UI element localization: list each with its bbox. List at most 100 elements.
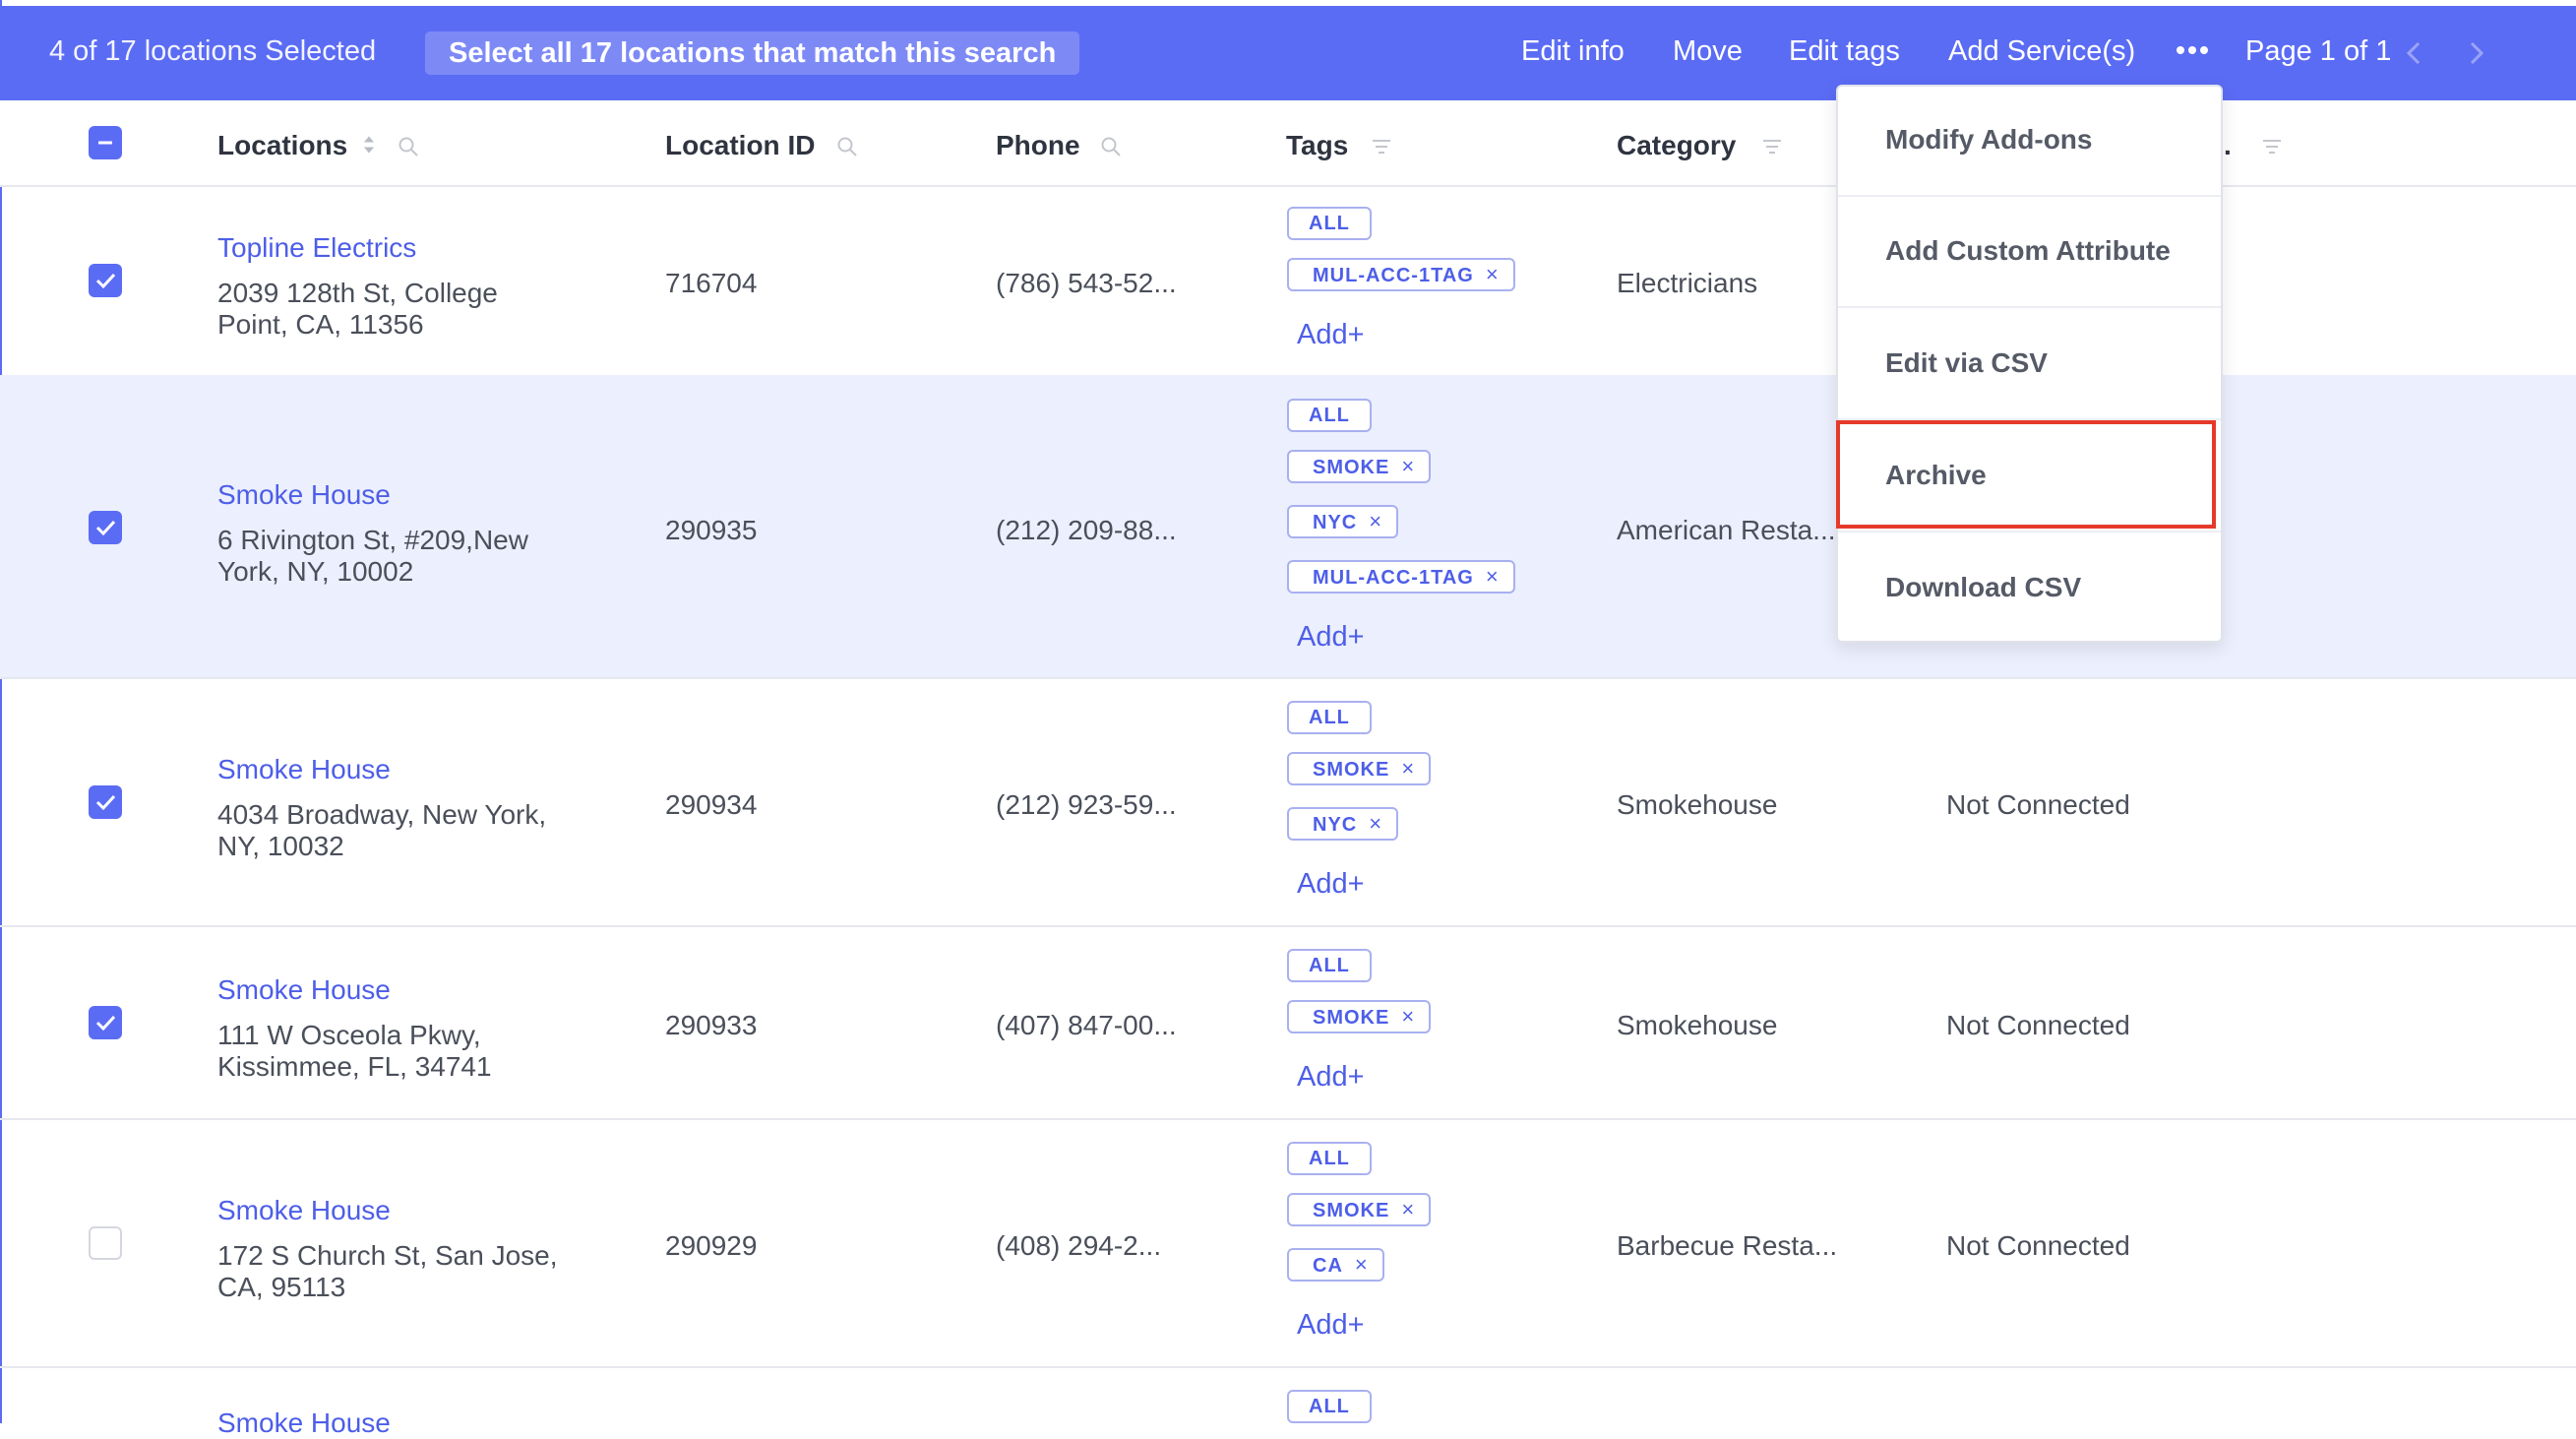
remove-tag-icon[interactable]: × bbox=[1369, 509, 1382, 533]
location-id: 290934 bbox=[665, 789, 758, 820]
location-id: 290935 bbox=[665, 515, 758, 545]
location-name-link[interactable]: Smoke House bbox=[217, 1195, 391, 1226]
tag-chip: NYC × bbox=[1287, 505, 1399, 538]
remove-tag-icon[interactable]: × bbox=[1401, 1004, 1415, 1029]
add-services-button[interactable]: Add Service(s) bbox=[1948, 35, 2135, 68]
remove-tag-icon[interactable]: × bbox=[1401, 1197, 1415, 1221]
category: American Resta... bbox=[1617, 515, 1836, 545]
tag-chip: SMOKE × bbox=[1287, 752, 1432, 785]
category: Smokehouse bbox=[1617, 789, 1778, 820]
tag-label: ALL bbox=[1309, 213, 1350, 234]
edit-tags-button[interactable]: Edit tags bbox=[1789, 35, 1900, 68]
address-line: CA, 95113 bbox=[217, 1272, 346, 1302]
column-header-tags[interactable]: Tags bbox=[1286, 130, 1348, 161]
column-header-phone[interactable]: Phone bbox=[996, 130, 1080, 161]
move-button[interactable]: Move bbox=[1673, 35, 1743, 68]
table-row: Smoke House 4034 Broadway, New York, NY,… bbox=[0, 677, 2576, 927]
connection-status: Not Connected bbox=[1946, 1230, 2130, 1261]
menu-item-archive[interactable]: Archive bbox=[1836, 420, 2221, 532]
menu-item-add-custom-attribute[interactable]: Add Custom Attribute bbox=[1838, 198, 2221, 308]
table-row: Smoke House 111 W Osceola Pkwy, Kissimme… bbox=[0, 925, 2576, 1120]
column-header-location-id[interactable]: Location ID bbox=[665, 130, 815, 161]
location-address: 111 W Osceola Pkwy, Kissimmee, FL, 34741 bbox=[217, 1020, 591, 1083]
tag-label: SMOKE bbox=[1313, 1007, 1390, 1029]
row-checkbox[interactable] bbox=[89, 511, 122, 544]
tag-chip: ALL bbox=[1287, 949, 1372, 982]
tag-label: SMOKE bbox=[1313, 457, 1390, 478]
tag-chip: CA × bbox=[1287, 1248, 1384, 1282]
location-name-link[interactable]: Smoke House bbox=[217, 479, 391, 511]
filter-icon[interactable] bbox=[1371, 136, 1392, 157]
menu-item-label: Edit via CSV bbox=[1885, 347, 2048, 378]
remove-tag-icon[interactable]: × bbox=[1401, 454, 1415, 478]
remove-tag-icon[interactable]: × bbox=[1486, 262, 1500, 286]
select-all-checkbox[interactable] bbox=[89, 126, 122, 159]
filter-icon[interactable] bbox=[1761, 136, 1783, 157]
table-row: Smoke House ALL bbox=[0, 1366, 2576, 1438]
tag-label: SMOKE bbox=[1313, 759, 1390, 781]
menu-item-edit-via-csv[interactable]: Edit via CSV bbox=[1838, 310, 2221, 420]
checkmark-icon bbox=[95, 273, 116, 289]
tag-chip: ALL bbox=[1287, 207, 1372, 240]
row-checkbox[interactable] bbox=[89, 785, 122, 819]
location-name-link[interactable]: Smoke House bbox=[217, 974, 391, 1006]
row-checkbox[interactable] bbox=[89, 264, 122, 297]
menu-item-download-csv[interactable]: Download CSV bbox=[1838, 534, 2221, 645]
add-tag-link[interactable]: Add+ bbox=[1297, 621, 1365, 654]
page-indicator: Page 1 of 1 bbox=[2245, 35, 2392, 67]
tag-chip: ALL bbox=[1287, 1142, 1372, 1175]
address-line: 111 W Osceola Pkwy, bbox=[217, 1020, 481, 1050]
address-line: York, NY, 10002 bbox=[217, 556, 414, 587]
tag-chip: SMOKE × bbox=[1287, 1193, 1432, 1226]
tag-label: NYC bbox=[1313, 512, 1358, 533]
location-address: 2039 128th St, College Point, CA, 11356 bbox=[217, 278, 591, 341]
column-header-category[interactable]: Category bbox=[1617, 130, 1736, 161]
more-actions-icon[interactable] bbox=[2175, 35, 2210, 65]
remove-tag-icon[interactable]: × bbox=[1355, 1252, 1369, 1277]
chevron-right-icon[interactable] bbox=[2464, 39, 2487, 67]
address-line: Kissimmee, FL, 34741 bbox=[217, 1051, 492, 1082]
add-tag-link[interactable]: Add+ bbox=[1297, 319, 1365, 351]
tag-label: ALL bbox=[1309, 405, 1350, 426]
tag-label: ALL bbox=[1309, 707, 1350, 728]
edit-info-button[interactable]: Edit info bbox=[1521, 35, 1625, 68]
search-icon[interactable] bbox=[836, 136, 858, 157]
add-tag-link[interactable]: Add+ bbox=[1297, 1061, 1365, 1094]
menu-item-modify-addons[interactable]: Modify Add-ons bbox=[1838, 87, 2221, 197]
location-address: 172 S Church St, San Jose, CA, 95113 bbox=[217, 1240, 591, 1303]
column-header-locations[interactable]: Locations bbox=[217, 130, 347, 161]
checkmark-icon bbox=[95, 520, 116, 536]
address-line: 4034 Broadway, New York, bbox=[217, 799, 547, 830]
add-tag-link[interactable]: Add+ bbox=[1297, 1309, 1365, 1342]
tag-chip: ALL bbox=[1287, 701, 1372, 734]
category: Smokehouse bbox=[1617, 1010, 1778, 1040]
connection-status: Not Connected bbox=[1946, 1010, 2130, 1040]
search-icon[interactable] bbox=[398, 136, 419, 157]
remove-tag-icon[interactable]: × bbox=[1369, 811, 1382, 836]
select-all-matching-button[interactable]: Select all 17 locations that match this … bbox=[425, 31, 1080, 75]
location-name-link[interactable]: Smoke House bbox=[217, 754, 391, 785]
tag-chip: MUL-ACC-1TAG × bbox=[1287, 560, 1515, 594]
row-checkbox[interactable] bbox=[89, 1226, 122, 1260]
category: Electricians bbox=[1617, 268, 1758, 298]
tag-chip: ALL bbox=[1287, 1390, 1372, 1423]
address-line: 2039 128th St, College bbox=[217, 278, 498, 308]
chevron-left-icon[interactable] bbox=[2403, 39, 2426, 67]
checkmark-icon bbox=[95, 1015, 116, 1032]
location-id: 290933 bbox=[665, 1010, 758, 1040]
sort-icon[interactable] bbox=[358, 134, 380, 156]
phone-number: (407) 847-00... bbox=[996, 1010, 1177, 1040]
remove-tag-icon[interactable]: × bbox=[1486, 564, 1500, 589]
add-tag-link[interactable]: Add+ bbox=[1297, 868, 1365, 901]
tag-chip: NYC × bbox=[1287, 807, 1399, 841]
minus-icon bbox=[98, 141, 112, 145]
row-checkbox[interactable] bbox=[89, 1006, 122, 1039]
location-name-link[interactable]: Topline Electrics bbox=[217, 232, 416, 264]
tag-label: ALL bbox=[1309, 1148, 1350, 1169]
location-name-link[interactable]: Smoke House bbox=[217, 1408, 391, 1439]
remove-tag-icon[interactable]: × bbox=[1401, 756, 1415, 781]
search-icon[interactable] bbox=[1100, 136, 1122, 157]
tag-label: ALL bbox=[1309, 1396, 1350, 1417]
filter-icon[interactable] bbox=[2261, 136, 2283, 157]
tag-label: CA bbox=[1313, 1255, 1343, 1277]
